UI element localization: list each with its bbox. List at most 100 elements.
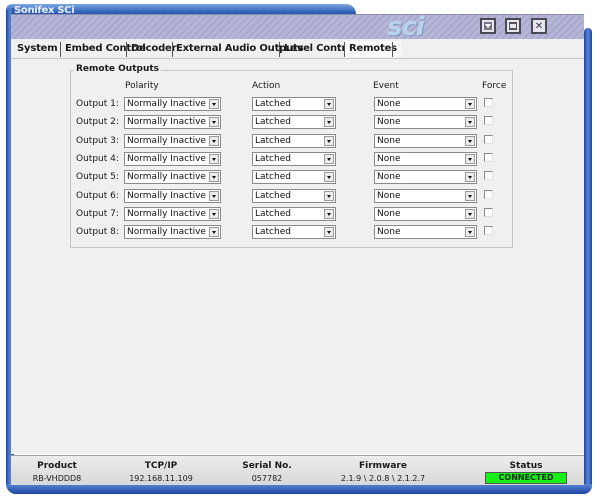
dropdown-arrow-icon[interactable] <box>209 191 219 201</box>
close-button[interactable]: ✕ <box>531 18 547 34</box>
dropdown-arrow-icon[interactable] <box>465 227 475 237</box>
maximize-icon <box>509 22 517 30</box>
polarity-select-value: Normally Inactive <box>127 172 206 182</box>
event-select-value: None <box>377 99 401 109</box>
dropdown-arrow-icon[interactable] <box>465 99 475 109</box>
output-label: Output 8: <box>76 227 119 237</box>
polarity-select-value: Normally Inactive <box>127 154 206 164</box>
dropdown-arrow-icon[interactable] <box>465 117 475 127</box>
dropdown-arrow-icon[interactable] <box>465 191 475 201</box>
action-select[interactable]: Latched <box>252 152 336 166</box>
column-header-force: Force <box>482 81 507 91</box>
polarity-select-value: Normally Inactive <box>127 227 206 237</box>
polarity-select[interactable]: Normally Inactive <box>124 97 221 111</box>
polarity-select[interactable]: Normally Inactive <box>124 115 221 129</box>
dropdown-arrow-icon[interactable] <box>465 136 475 146</box>
tab-decoder[interactable]: Decoder <box>131 41 177 57</box>
output-label: Output 5: <box>76 172 119 182</box>
action-select[interactable]: Latched <box>252 225 336 239</box>
window-frame-bottom <box>6 484 592 494</box>
polarity-select[interactable]: Normally Inactive <box>124 170 221 184</box>
column-header-polarity: Polarity <box>125 81 159 91</box>
dropdown-arrow-icon[interactable] <box>324 136 334 146</box>
polarity-select-value: Normally Inactive <box>127 209 206 219</box>
event-select-value: None <box>377 172 401 182</box>
dropdown-arrow-icon[interactable] <box>209 172 219 182</box>
dropdown-arrow-icon[interactable] <box>465 172 475 182</box>
dropdown-arrow-icon[interactable] <box>209 227 219 237</box>
dropdown-arrow-icon[interactable] <box>324 172 334 182</box>
action-select-value: Latched <box>255 136 291 146</box>
status-badge: CONNECTED <box>485 472 567 484</box>
product-label: Product <box>37 461 77 471</box>
force-checkbox[interactable] <box>484 190 493 199</box>
dropdown-arrow-icon[interactable] <box>324 99 334 109</box>
force-checkbox[interactable] <box>484 153 493 162</box>
event-select[interactable]: None <box>374 134 477 148</box>
column-header-action: Action <box>252 81 281 91</box>
app-window: Sonifex SCi sci ✕ System Embed Control D… <box>0 0 600 502</box>
action-select[interactable]: Latched <box>252 134 336 148</box>
dropdown-arrow-icon[interactable] <box>324 154 334 164</box>
action-select[interactable]: Latched <box>252 170 336 184</box>
event-select-value: None <box>377 117 401 127</box>
sci-logo: sci <box>387 12 425 42</box>
event-select-value: None <box>377 209 401 219</box>
tab-separator <box>392 42 393 57</box>
column-header-event: Event <box>373 81 399 91</box>
product-value: RB-VHDDD8 <box>32 474 82 483</box>
force-checkbox[interactable] <box>484 208 493 217</box>
force-checkbox[interactable] <box>484 135 493 144</box>
dropdown-arrow-icon[interactable] <box>209 154 219 164</box>
dropdown-arrow-icon[interactable] <box>465 154 475 164</box>
event-select[interactable]: None <box>374 115 477 129</box>
tab-system[interactable]: System <box>17 41 58 57</box>
dropdown-arrow-icon[interactable] <box>324 227 334 237</box>
force-checkbox[interactable] <box>484 171 493 180</box>
polarity-select[interactable]: Normally Inactive <box>124 152 221 166</box>
polarity-select[interactable]: Normally Inactive <box>124 189 221 203</box>
event-select[interactable]: None <box>374 170 477 184</box>
force-checkbox[interactable] <box>484 116 493 125</box>
event-select-value: None <box>377 191 401 201</box>
dropdown-arrow-icon[interactable] <box>324 117 334 127</box>
header-band <box>11 14 584 40</box>
dropdown-arrow-icon[interactable] <box>209 209 219 219</box>
dropdown-arrow-icon[interactable] <box>324 209 334 219</box>
dropdown-arrow-icon[interactable] <box>465 209 475 219</box>
tab-separator <box>172 42 173 57</box>
event-select[interactable]: None <box>374 225 477 239</box>
dropdown-arrow-icon[interactable] <box>209 99 219 109</box>
action-select[interactable]: Latched <box>252 115 336 129</box>
tab-bar: System Embed Control Decoder External Au… <box>11 39 584 59</box>
remote-outputs-title: Remote Outputs <box>74 64 162 74</box>
action-select[interactable]: Latched <box>252 207 336 221</box>
tab-separator <box>279 42 280 57</box>
event-select[interactable]: None <box>374 152 477 166</box>
dropdown-arrow-icon[interactable] <box>209 136 219 146</box>
output-label: Output 7: <box>76 209 119 219</box>
action-select[interactable]: Latched <box>252 97 336 111</box>
polarity-select[interactable]: Normally Inactive <box>124 134 221 148</box>
tab-separator <box>60 42 61 57</box>
event-select-value: None <box>377 154 401 164</box>
dropdown-arrow-icon[interactable] <box>324 191 334 201</box>
event-select-value: None <box>377 227 401 237</box>
polarity-select[interactable]: Normally Inactive <box>124 225 221 239</box>
status-label: Status <box>509 461 543 471</box>
polarity-select[interactable]: Normally Inactive <box>124 207 221 221</box>
force-checkbox[interactable] <box>484 98 493 107</box>
event-select[interactable]: None <box>374 189 477 203</box>
minimize-to-tray-button[interactable] <box>480 18 496 34</box>
force-checkbox[interactable] <box>484 226 493 235</box>
polarity-select-value: Normally Inactive <box>127 136 206 146</box>
event-select[interactable]: None <box>374 97 477 111</box>
action-select[interactable]: Latched <box>252 189 336 203</box>
dropdown-arrow-icon[interactable] <box>209 117 219 127</box>
action-select-value: Latched <box>255 209 291 219</box>
window-title: Sonifex SCi <box>14 5 75 16</box>
maximize-button[interactable] <box>505 18 521 34</box>
action-select-value: Latched <box>255 99 291 109</box>
event-select[interactable]: None <box>374 207 477 221</box>
output-label: Output 1: <box>76 99 119 109</box>
